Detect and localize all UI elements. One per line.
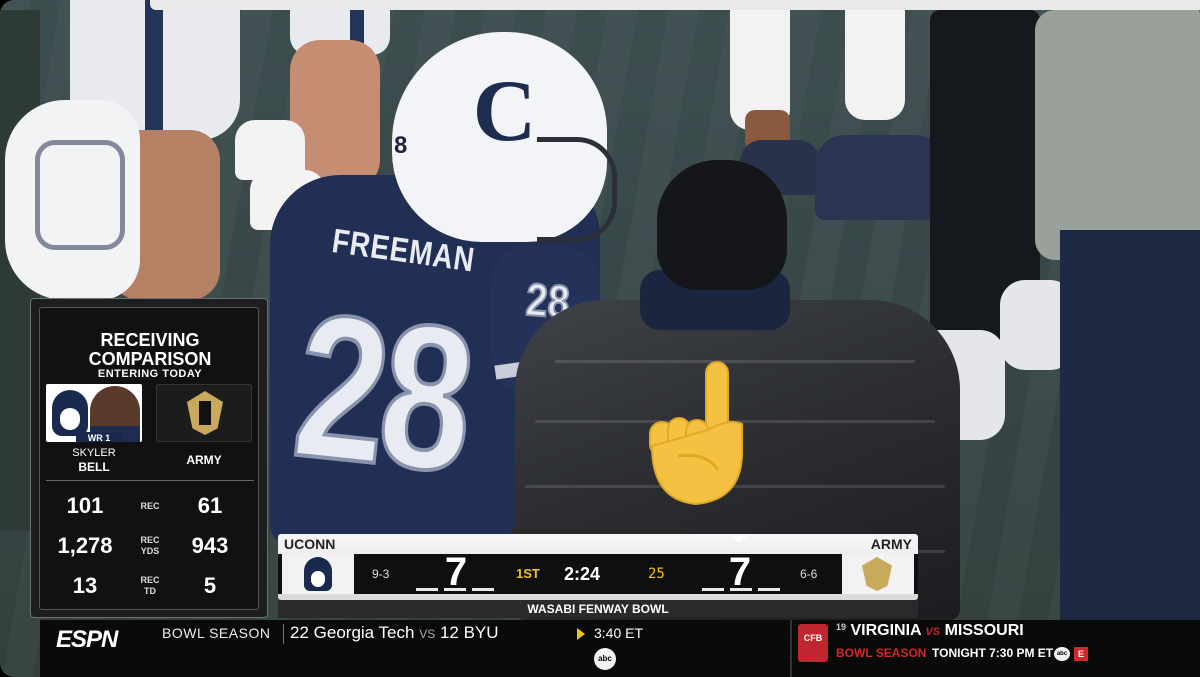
stat-left: 13 bbox=[72, 573, 98, 598]
away-record: 6-6 bbox=[800, 567, 818, 581]
timeout-indicator bbox=[730, 588, 752, 591]
timeout-indicator bbox=[416, 588, 438, 591]
player-helmet: C 8 bbox=[392, 32, 617, 242]
promo-rank: 19 bbox=[836, 622, 847, 632]
timeout-indicator bbox=[444, 588, 466, 591]
army-shield-logo bbox=[862, 557, 892, 591]
screen-edge bbox=[150, 0, 1200, 10]
versus-label: VS bbox=[419, 627, 436, 641]
home-logo-box bbox=[282, 554, 354, 594]
stat-left: 101 bbox=[66, 493, 104, 518]
abc-logo: abc bbox=[594, 648, 616, 670]
possession-arrow-icon bbox=[730, 536, 748, 542]
helmet-number: 8 bbox=[394, 132, 408, 159]
team2-rank: 12 bbox=[439, 623, 459, 642]
position-tag: WR 1 bbox=[76, 432, 122, 442]
pointing-up-icon bbox=[649, 361, 743, 506]
promo-team1: VIRGINIA bbox=[850, 622, 921, 639]
home-team-name: UCONN bbox=[284, 536, 336, 552]
stat-right: 61 bbox=[197, 493, 223, 518]
helmet-held bbox=[5, 100, 140, 300]
stat-row-rec-td: 13 REC TD 5 bbox=[40, 568, 260, 604]
jersey-number: 28 bbox=[284, 268, 480, 517]
ticker-divider bbox=[283, 624, 284, 644]
bowl-name: WASABI FENWAY BOWL bbox=[278, 600, 918, 618]
panel-title-line1: RECEIVING bbox=[100, 330, 200, 350]
team2-name: BYU bbox=[463, 623, 499, 642]
timeout-indicator bbox=[472, 588, 494, 591]
promo-team2: MISSOURI bbox=[944, 622, 1024, 639]
uconn-husky-logo bbox=[304, 557, 332, 591]
stat-right: 943 bbox=[191, 533, 229, 558]
ticker-game: 22 Georgia Tech VS 12 BYU bbox=[290, 623, 499, 643]
staff-legs bbox=[1060, 230, 1200, 620]
facemask bbox=[537, 137, 617, 242]
play-icon bbox=[577, 628, 585, 640]
panel-body: RECEIVING COMPARISON ENTERING TODAY WR 1… bbox=[39, 307, 259, 610]
army-shield-logo bbox=[187, 391, 223, 435]
beanie bbox=[657, 160, 787, 290]
player-last-name: BELL bbox=[78, 460, 110, 474]
player-headshot: WR 1 bbox=[46, 384, 142, 442]
stat-right: 5 bbox=[203, 573, 217, 598]
promo-section: BOWL SEASON bbox=[836, 646, 927, 660]
stat-row-rec: 101 REC 61 bbox=[40, 488, 260, 524]
helmet-logo: C bbox=[472, 63, 537, 160]
panel-subtitle: ENTERING TODAY bbox=[97, 368, 203, 380]
uconn-husky-logo bbox=[52, 390, 88, 436]
staff-shirt bbox=[1035, 10, 1200, 260]
home-record: 9-3 bbox=[372, 567, 390, 581]
stat-row-rec-yds: 1,278 REC YDS 943 bbox=[40, 528, 260, 564]
timeout-indicator bbox=[758, 588, 780, 591]
scorebug: UCONN ARMY 9-3 7 1ST 2:24 25 7 6-6 bbox=[278, 534, 918, 600]
stat-left: 1,278 bbox=[57, 533, 113, 558]
receiving-comparison-panel: RECEIVING COMPARISON ENTERING TODAY WR 1… bbox=[30, 298, 268, 618]
away-team-name: ARMY bbox=[870, 536, 912, 552]
espn-logo: ESPN bbox=[56, 626, 118, 653]
panel-title-line2: COMPARISON bbox=[88, 349, 212, 369]
ticker-section: BOWL SEASON bbox=[162, 625, 271, 641]
promo-matchup: 19 VIRGINIA VS MISSOURI bbox=[836, 622, 1024, 640]
cleat bbox=[815, 135, 945, 220]
team1-rank: 22 bbox=[290, 623, 309, 642]
game-time: 3:40 ET bbox=[594, 625, 644, 641]
scorebug-row: 9-3 7 1ST 2:24 25 7 6-6 bbox=[278, 550, 918, 594]
opponent-name: ARMY bbox=[186, 453, 222, 467]
timeout-indicator bbox=[702, 588, 724, 591]
promo-time: TONIGHT 7:30 PM ET bbox=[932, 646, 1054, 660]
game-clock: 2:24 bbox=[564, 564, 601, 584]
player-legs-right bbox=[845, 0, 905, 120]
promo-versus: VS bbox=[925, 626, 941, 638]
player-first-name: SKYLER bbox=[72, 447, 116, 459]
quarter: 1ST bbox=[516, 566, 540, 581]
play-clock: 25 bbox=[648, 566, 665, 582]
away-logo-box bbox=[842, 554, 914, 594]
abc-logo: abc bbox=[1054, 647, 1070, 661]
team1-name: Georgia Tech bbox=[313, 623, 415, 642]
ticker-promo: CFB 19 VIRGINIA VS MISSOURI BOWL SEASON … bbox=[790, 620, 1200, 677]
panel-divider bbox=[46, 480, 254, 481]
army-logo-box bbox=[156, 384, 252, 442]
espn-e-logo: E bbox=[1074, 647, 1088, 661]
bottom-ticker: ESPN BOWL SEASON 22 Georgia Tech VS 12 B… bbox=[40, 620, 1200, 677]
cfb-badge: CFB bbox=[798, 624, 828, 662]
